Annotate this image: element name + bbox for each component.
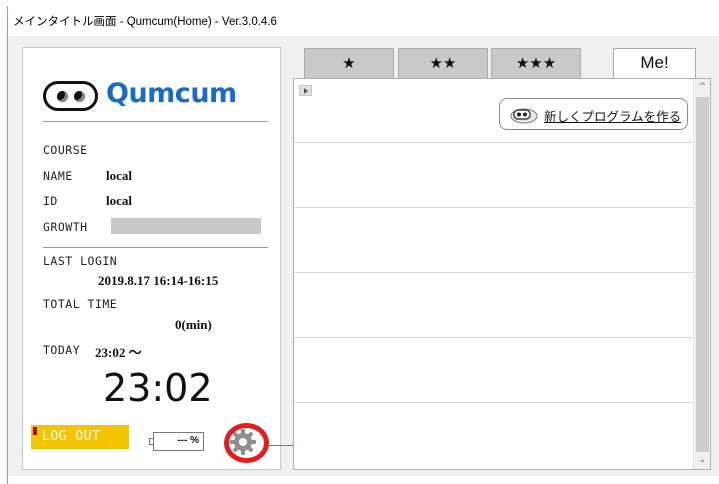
logout-label: LOG OUT xyxy=(42,429,101,444)
divider xyxy=(43,121,268,122)
last-login-label: LAST LOGIN xyxy=(43,254,118,268)
name-label: NAME xyxy=(43,169,73,183)
list-row-divider xyxy=(294,142,694,143)
divider xyxy=(43,247,268,248)
scroll-up-icon[interactable]: ^ xyxy=(694,79,711,96)
title-bar: メインタイトル画面 - Qumcum(Home) - Ver.3.0.4.6 xyxy=(8,6,719,36)
tab-three-star[interactable]: ★★★ xyxy=(491,48,581,78)
id-value: local xyxy=(106,193,132,208)
scroll-down-icon[interactable]: ⌄ xyxy=(694,452,711,469)
list-row-divider xyxy=(294,337,694,338)
main-content: Qumcum COURSE NAME local ID local GROWTH… xyxy=(8,36,719,476)
flag-icon xyxy=(33,427,37,435)
growth-label: GROWTH xyxy=(43,220,88,234)
robot-face-icon xyxy=(43,81,98,111)
new-program-button[interactable]: 新しくプログラムを作る xyxy=(499,98,688,130)
play-icon xyxy=(304,88,308,94)
today-label: TODAY xyxy=(43,343,81,357)
battery-indicator: --- % xyxy=(149,432,204,451)
tab-one-star[interactable]: ★ xyxy=(304,48,394,78)
tab-two-star[interactable]: ★★ xyxy=(398,48,488,78)
battery-icon xyxy=(149,438,153,445)
window-title: メインタイトル画面 - Qumcum(Home) - Ver.3.0.4.6 xyxy=(13,16,277,28)
growth-bar xyxy=(111,218,261,234)
id-label: ID xyxy=(43,194,58,208)
play-button[interactable] xyxy=(299,85,312,96)
scroll-thumb[interactable] xyxy=(696,97,709,452)
brand-name: Qumcum xyxy=(106,78,237,109)
new-program-label: 新しくプログラムを作る xyxy=(544,109,682,124)
program-list: 新しくプログラムを作る ^ ⌄ xyxy=(293,78,711,470)
battery-percent: --- % xyxy=(177,435,199,446)
total-time-value: 0(min) xyxy=(175,317,212,332)
vertical-scrollbar[interactable]: ^ ⌄ xyxy=(693,79,710,469)
list-row-divider xyxy=(294,272,694,273)
qumcum-logo: Qumcum xyxy=(43,78,253,115)
list-row-divider xyxy=(294,207,694,208)
profile-panel: Qumcum COURSE NAME local ID local GROWTH… xyxy=(22,47,281,470)
settings-gear-icon[interactable] xyxy=(229,428,257,456)
current-time-clock: 23:02 xyxy=(103,366,213,410)
last-login-value: 2019.8.17 16:14-16:15 xyxy=(98,273,219,288)
name-value: local xyxy=(106,168,132,183)
today-value: 23:02 ～ xyxy=(95,345,142,360)
app-window: メインタイトル画面 - Qumcum(Home) - Ver.3.0.4.6 Q… xyxy=(7,6,719,484)
total-time-label: TOTAL TIME xyxy=(43,297,118,311)
tab-me[interactable]: Me! xyxy=(613,48,696,78)
list-row-divider xyxy=(294,402,694,403)
robot-icon xyxy=(510,108,538,124)
logout-button[interactable]: LOG OUT xyxy=(31,425,129,449)
course-label: COURSE xyxy=(43,143,88,157)
